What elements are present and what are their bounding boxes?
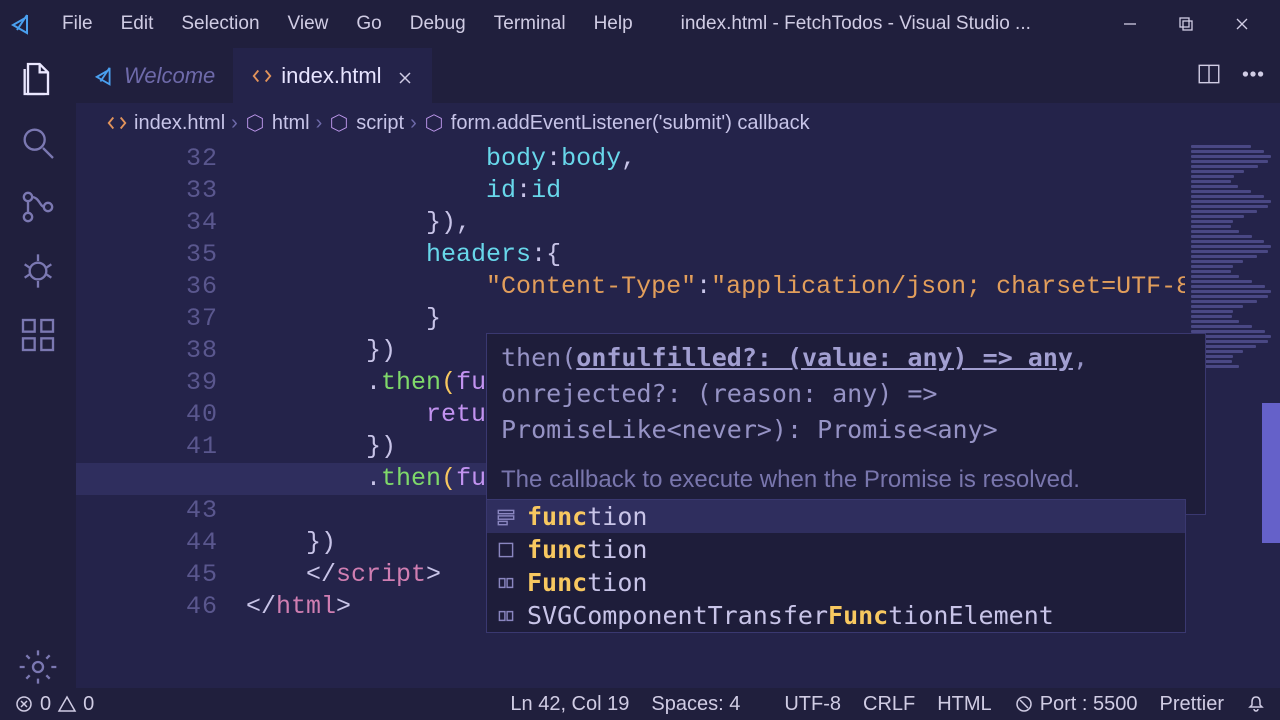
code-line[interactable]: }), bbox=[246, 207, 1280, 239]
autocomplete-popup[interactable]: functionfunctionFunctionSVGComponentTran… bbox=[486, 499, 1186, 633]
line-number: 41 bbox=[76, 431, 218, 463]
tab-label: index.html bbox=[281, 63, 381, 89]
code-editor[interactable]: 323334353637383940414243444546 body:body… bbox=[76, 143, 1280, 688]
symbol-icon bbox=[423, 112, 445, 134]
signature-help-tooltip: then(onfulfilled?: (value: any) => any, … bbox=[486, 333, 1206, 515]
symbol-icon bbox=[244, 112, 266, 134]
close-icon[interactable] bbox=[396, 67, 414, 85]
status-cursor[interactable]: Ln 42, Col 19 bbox=[510, 693, 629, 716]
menu-file[interactable]: File bbox=[48, 7, 107, 41]
line-number: 35 bbox=[76, 239, 218, 271]
menu-debug[interactable]: Debug bbox=[396, 7, 480, 41]
close-button[interactable] bbox=[1214, 0, 1270, 48]
signature-text: then(onfulfilled?: (value: any) => any, … bbox=[501, 340, 1191, 448]
autocomplete-label: SVGComponentTransferFunctionElement bbox=[527, 600, 1054, 632]
menu-edit[interactable]: Edit bbox=[107, 7, 168, 41]
tab-bar: Welcome index.html bbox=[76, 48, 1280, 103]
line-number: 37 bbox=[76, 303, 218, 335]
source-control-icon[interactable] bbox=[17, 186, 59, 228]
line-number: 38 bbox=[76, 335, 218, 367]
line-number: 43 bbox=[76, 495, 218, 527]
status-bar: 0 0 Ln 42, Col 19 Spaces: 4 UTF-8 CRLF H… bbox=[0, 688, 1280, 720]
menu-terminal[interactable]: Terminal bbox=[480, 7, 580, 41]
menu-view[interactable]: View bbox=[274, 7, 343, 41]
title-bar: File Edit Selection View Go Debug Termin… bbox=[0, 0, 1280, 48]
line-number-gutter: 323334353637383940414243444546 bbox=[76, 143, 236, 623]
status-indent[interactable]: Spaces: 4 bbox=[651, 693, 740, 716]
tab-welcome[interactable]: Welcome bbox=[76, 48, 233, 103]
menu-bar: File Edit Selection View Go Debug Termin… bbox=[48, 7, 647, 41]
chevron-right-icon: › bbox=[231, 112, 238, 135]
keyword-icon bbox=[495, 539, 517, 561]
code-line[interactable]: body:body, bbox=[246, 143, 1280, 175]
maximize-button[interactable] bbox=[1158, 0, 1214, 48]
menu-help[interactable]: Help bbox=[580, 7, 647, 41]
html-file-icon bbox=[251, 65, 273, 87]
split-editor-icon[interactable] bbox=[1196, 61, 1222, 90]
code-line[interactable]: } bbox=[246, 303, 1280, 335]
chevron-right-icon: › bbox=[316, 112, 323, 135]
autocomplete-item[interactable]: SVGComponentTransferFunctionElement bbox=[487, 599, 1185, 632]
vscode-logo-icon bbox=[94, 65, 116, 87]
line-number: 46 bbox=[76, 591, 218, 623]
line-number: 36 bbox=[76, 271, 218, 303]
menu-go[interactable]: Go bbox=[342, 7, 395, 41]
chevron-right-icon: › bbox=[410, 112, 417, 135]
code-line[interactable]: id:id bbox=[246, 175, 1280, 207]
interface-icon bbox=[495, 572, 517, 594]
status-encoding[interactable]: UTF-8 bbox=[784, 693, 841, 716]
editor-area: Welcome index.html index.html › html › bbox=[76, 48, 1280, 688]
menu-selection[interactable]: Selection bbox=[167, 7, 273, 41]
settings-gear-icon[interactable] bbox=[17, 646, 59, 688]
line-number: 33 bbox=[76, 175, 218, 207]
line-number: 32 bbox=[76, 143, 218, 175]
line-number: 40 bbox=[76, 399, 218, 431]
bell-icon bbox=[1246, 694, 1266, 714]
warning-icon bbox=[57, 694, 77, 714]
autocomplete-label: Function bbox=[527, 567, 647, 599]
vscode-logo-icon bbox=[10, 12, 34, 36]
line-number: 44 bbox=[76, 527, 218, 559]
code-line[interactable]: "Content-Type":"application/json; charse… bbox=[246, 271, 1280, 303]
error-icon bbox=[14, 694, 34, 714]
signature-description: The callback to execute when the Promise… bbox=[501, 462, 1191, 498]
status-language[interactable]: HTML bbox=[937, 693, 991, 716]
autocomplete-item[interactable]: Function bbox=[487, 566, 1185, 599]
status-notifications[interactable] bbox=[1246, 694, 1266, 714]
status-eol[interactable]: CRLF bbox=[863, 693, 915, 716]
status-prettier[interactable]: Prettier bbox=[1160, 693, 1224, 716]
line-number: 45 bbox=[76, 559, 218, 591]
snippet-icon bbox=[495, 506, 517, 528]
tab-index-html[interactable]: index.html bbox=[233, 48, 431, 103]
debug-icon[interactable] bbox=[17, 250, 59, 292]
broadcast-icon bbox=[1014, 694, 1034, 714]
autocomplete-label: function bbox=[527, 501, 647, 533]
breadcrumb-item[interactable]: html bbox=[272, 112, 310, 135]
code-line[interactable]: headers:{ bbox=[246, 239, 1280, 271]
window-title: index.html - FetchTodos - Visual Studio … bbox=[647, 13, 1102, 35]
line-number: 39 bbox=[76, 367, 218, 399]
breadcrumb-item[interactable]: index.html bbox=[134, 112, 225, 135]
symbol-icon bbox=[328, 112, 350, 134]
explorer-icon[interactable] bbox=[17, 58, 59, 100]
autocomplete-label: function bbox=[527, 534, 647, 566]
extensions-icon[interactable] bbox=[17, 314, 59, 356]
line-number: 34 bbox=[76, 207, 218, 239]
tab-label: Welcome bbox=[124, 63, 215, 89]
more-actions-icon[interactable] bbox=[1240, 61, 1266, 90]
minimap-viewport[interactable] bbox=[1262, 403, 1280, 543]
status-problems[interactable]: 0 0 bbox=[14, 693, 94, 716]
breadcrumb-item[interactable]: form.addEventListener('submit') callback bbox=[451, 112, 810, 135]
minimize-button[interactable] bbox=[1102, 0, 1158, 48]
html-file-icon bbox=[106, 112, 128, 134]
search-icon[interactable] bbox=[17, 122, 59, 164]
interface-icon bbox=[495, 605, 517, 627]
autocomplete-item[interactable]: function bbox=[487, 533, 1185, 566]
autocomplete-item[interactable]: function bbox=[487, 500, 1185, 533]
status-live-server[interactable]: Port : 5500 bbox=[1014, 693, 1138, 716]
breadcrumb[interactable]: index.html › html › script › form.addEve… bbox=[76, 103, 1280, 143]
activity-bar bbox=[0, 48, 76, 688]
window-controls bbox=[1102, 0, 1270, 48]
breadcrumb-item[interactable]: script bbox=[356, 112, 404, 135]
